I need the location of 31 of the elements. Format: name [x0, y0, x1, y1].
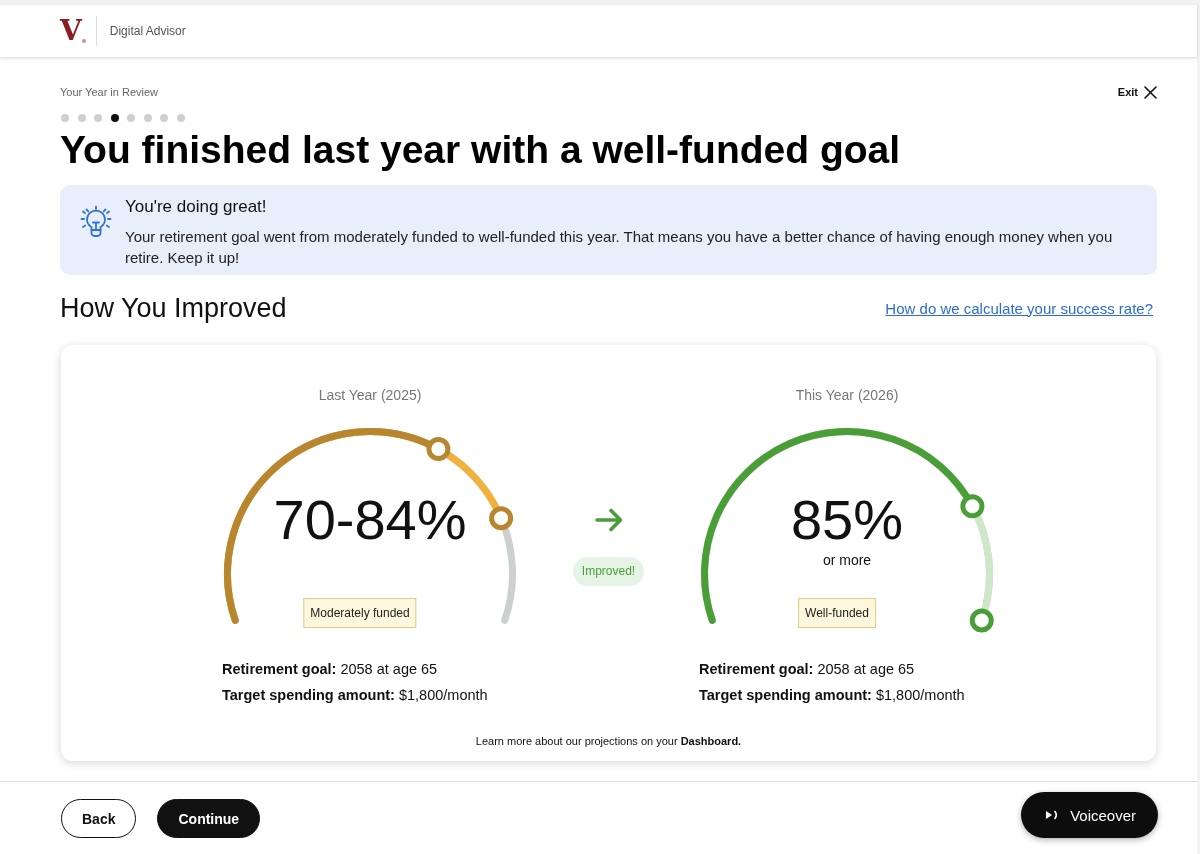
detail-value: $1,800/month [875, 686, 965, 705]
back-button[interactable]: Back [61, 799, 137, 838]
improved-badge: Improved! [572, 557, 645, 586]
section-title: How You Improved [60, 292, 287, 324]
detail-value: $1,800/month [398, 686, 488, 705]
footnote: Learn more about our projections on your Dashboard. [475, 734, 742, 749]
detail-label: Target spending amount: [699, 686, 872, 705]
detail-value: 2058 at age 65 [817, 660, 915, 679]
funding-status: Moderately funded [303, 598, 417, 628]
detail-label: Retirement goal: [222, 660, 337, 679]
close-icon [1144, 85, 1157, 99]
year-label: Last Year (2025) [317, 386, 423, 405]
play-sound-icon [1045, 810, 1060, 820]
continue-button[interactable]: Continue [157, 799, 261, 838]
app-name: Digital Advisor [109, 24, 186, 38]
exit-button[interactable]: Exit [1117, 85, 1157, 99]
logo: V [60, 16, 86, 46]
voiceover-button[interactable]: Voiceover [1021, 792, 1158, 838]
banner-title: You're doing great! [125, 196, 268, 218]
success-rate-note: or more [822, 550, 872, 569]
year-label: This Year (2026) [794, 386, 900, 405]
detail-label: Target spending amount: [222, 686, 395, 705]
detail-label: Retirement goal: [699, 660, 814, 679]
breadcrumb: Your Year in Review [60, 85, 159, 99]
detail-value: 2058 at age 65 [340, 660, 438, 679]
page-title: You finished last year with a well-funded goal [60, 127, 902, 173]
success-rate: 70-84% [273, 491, 467, 548]
success-rate: 85% [790, 491, 904, 548]
help-link[interactable]: How do we calculate your success rate? [885, 299, 1153, 317]
funding-status: Well-funded [798, 598, 876, 628]
banner-text: Your retirement goal went from moderately funded to well-funded this year. That means you have a better chance of having enough money when you retire. Keep it up! [125, 226, 1114, 268]
